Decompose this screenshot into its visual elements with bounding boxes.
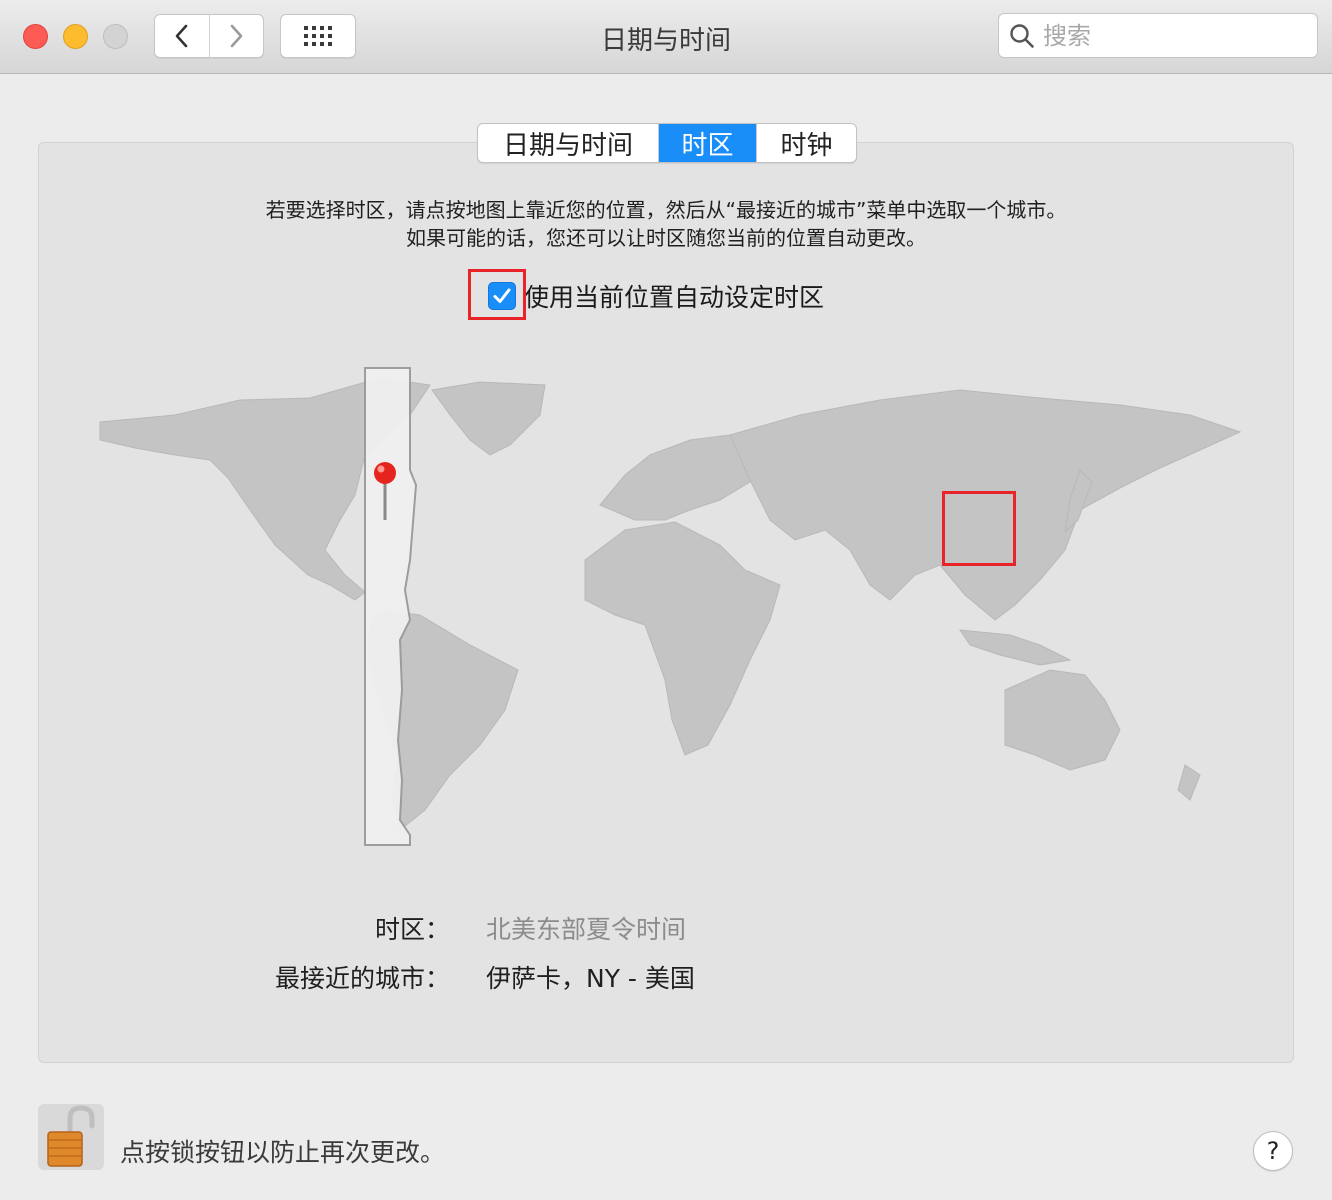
- zoom-window-button[interactable]: [103, 24, 128, 49]
- search-field[interactable]: [998, 13, 1318, 58]
- tab-date-time[interactable]: 日期与时间: [478, 124, 658, 162]
- lock-button[interactable]: [38, 1104, 104, 1170]
- search-input[interactable]: [1043, 21, 1303, 50]
- back-button[interactable]: [155, 15, 209, 57]
- africa-landmass: [584, 521, 781, 756]
- timezone-label: 时区：: [374, 915, 450, 944]
- world-map[interactable]: [80, 360, 1260, 860]
- grid-icon: [304, 26, 332, 46]
- tab-clock[interactable]: 时钟: [756, 124, 856, 162]
- unlocked-padlock-icon: [47, 1105, 95, 1167]
- preferences-window: 日期与时间 日期与时间 时区 时钟 若要选择时区，请点按地图上靠近您的位置，然后…: [0, 0, 1332, 1200]
- search-icon: [1009, 23, 1035, 49]
- title-bar: 日期与时间: [0, 0, 1332, 74]
- chevron-right-icon: [230, 24, 243, 48]
- minimize-window-button[interactable]: [63, 24, 88, 49]
- instructions-line-1: 若要选择时区，请点按地图上靠近您的位置，然后从“最接近的城市”菜单中选取一个城市…: [265, 198, 1067, 222]
- instructions: 若要选择时区，请点按地图上靠近您的位置，然后从“最接近的城市”菜单中选取一个城市…: [38, 196, 1294, 252]
- annotation-box-map: [942, 491, 1016, 566]
- greenland-landmass: [431, 381, 546, 456]
- auto-timezone-label: 使用当前位置自动设定时区: [524, 283, 825, 312]
- annotation-box-checkbox: [468, 269, 526, 320]
- se-asia-islands: [958, 629, 1072, 666]
- forward-button[interactable]: [208, 15, 264, 57]
- show-all-button[interactable]: [280, 14, 356, 58]
- australia-landmass: [1004, 669, 1121, 771]
- tab-bar: 日期与时间 时区 时钟: [477, 123, 857, 163]
- auto-timezone-option[interactable]: 使用当前位置自动设定时区: [488, 278, 824, 314]
- closest-city-label: 最接近的城市：: [274, 964, 450, 993]
- lock-hint-text: 点按锁按钮以防止再次更改。: [120, 1138, 446, 1167]
- instructions-line-2: 如果可能的话，您还可以让时区随您当前的位置自动更改。: [406, 226, 926, 250]
- new-zealand-landmass: [1177, 764, 1201, 801]
- navigation-buttons: [154, 14, 264, 58]
- help-button[interactable]: ?: [1253, 1131, 1293, 1171]
- closest-city-field[interactable]: 伊萨卡，NY - 美国: [486, 959, 695, 995]
- chevron-left-icon: [175, 24, 188, 48]
- timezone-value: 北美东部夏令时间: [486, 915, 687, 944]
- close-window-button[interactable]: [23, 24, 48, 49]
- tab-time-zone[interactable]: 时区: [658, 124, 756, 162]
